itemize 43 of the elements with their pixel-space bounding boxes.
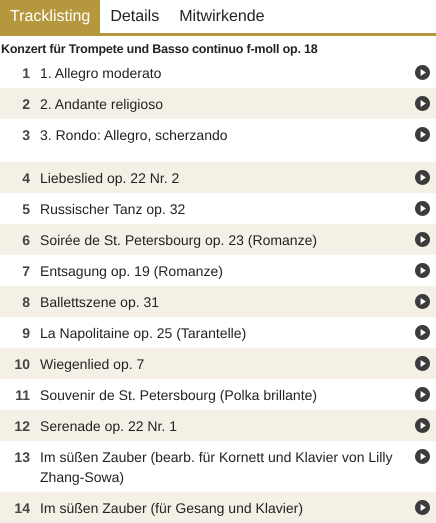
play-icon[interactable]: [415, 294, 430, 308]
track-number: 6: [21, 230, 30, 250]
track-number: 11: [14, 386, 30, 404]
track-title: Ballettszene op. 31: [40, 292, 160, 312]
track-title: Im süßen Zauber (für Gesang und Klavier): [40, 498, 304, 518]
play-icon[interactable]: [415, 170, 430, 184]
track-number: 14: [13, 498, 30, 518]
play-icon[interactable]: [415, 324, 430, 340]
track-title: Liebeslied op. 22 Nr. 2: [40, 168, 180, 188]
track-title: 3. Rondo: Allegro, scherzando: [40, 126, 229, 144]
play-icon[interactable]: [415, 448, 430, 464]
track-title: Serenade op. 22 Nr. 1: [40, 416, 178, 436]
track-title: 2. Andante religioso: [40, 94, 164, 114]
play-icon[interactable]: [415, 232, 430, 246]
play-icon[interactable]: [415, 64, 430, 80]
play-icon[interactable]: [415, 356, 430, 370]
track-number: 8: [21, 292, 30, 312]
track-title: Entsagung op. 19 (Romanze): [40, 262, 224, 280]
track-title: Soirée de St. Petersbourg op. 23 (Romanze): [40, 230, 318, 250]
play-icon[interactable]: [415, 96, 430, 110]
track-number: 5: [21, 200, 30, 218]
track-number: 1: [21, 64, 30, 82]
track-title: Im süßen Zauber (bearb. für Kornett und Klavier von Lilly Zhang-Sowa): [40, 448, 394, 486]
track-number: 12: [13, 416, 30, 436]
track-title: Wiegenlied op. 7: [40, 354, 146, 374]
track-number: 2: [21, 94, 30, 114]
track-title: Russischer Tanz op. 32: [40, 200, 186, 218]
play-icon[interactable]: [415, 500, 430, 514]
work-title: Konzert für Trompete und Basso continuo f-moll op. 18: [0, 41, 318, 57]
play-icon[interactable]: [415, 418, 430, 432]
play-icon[interactable]: [415, 262, 430, 278]
track-number: 3: [21, 126, 30, 144]
track-number: 13: [13, 448, 30, 466]
track-number: 7: [21, 262, 30, 280]
play-icon[interactable]: [415, 200, 430, 216]
play-icon[interactable]: [415, 386, 430, 402]
play-icon[interactable]: [415, 126, 430, 142]
track-number: 10: [13, 354, 30, 374]
track-number: 9: [21, 324, 30, 342]
track-title: Souvenir de St. Petersbourg (Polka brillante): [40, 386, 318, 404]
track-title: 1. Allegro moderato: [40, 64, 162, 82]
track-title: La Napolitaine op. 25 (Tarantelle): [40, 324, 248, 342]
track-number: 4: [21, 168, 30, 188]
